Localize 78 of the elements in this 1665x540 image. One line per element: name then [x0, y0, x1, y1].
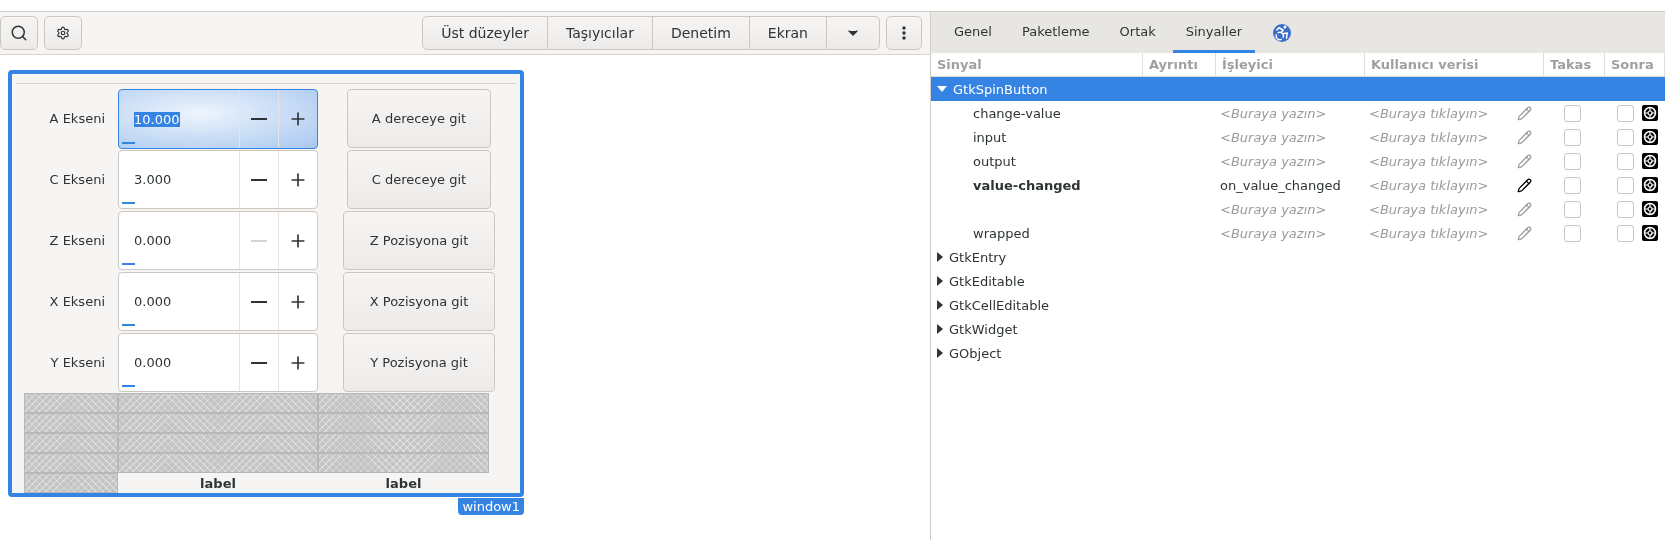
lifebuoy-icon[interactable] [1642, 225, 1658, 241]
swap-checkbox[interactable] [1564, 152, 1581, 170]
swap-checkbox[interactable] [1564, 104, 1581, 122]
placeholder-cell[interactable] [24, 473, 118, 493]
placeholder-cell[interactable] [318, 413, 489, 433]
placeholder-label: label [199, 474, 237, 493]
swap-checkbox[interactable] [1564, 200, 1581, 218]
go-button[interactable]: A dereceye git [347, 89, 491, 148]
swap-checkbox[interactable] [1564, 128, 1581, 146]
after-checkbox[interactable] [1617, 152, 1634, 170]
placeholder-cell[interactable] [24, 413, 118, 433]
spin-button[interactable]: 0.000 [118, 272, 318, 331]
go-button[interactable]: X Pozisyona git [343, 272, 495, 331]
tree-row[interactable]: GtkEditable [931, 269, 1665, 293]
axis-label: A Ekseni [48, 110, 106, 128]
lifebuoy-icon[interactable] [1642, 201, 1658, 217]
tab[interactable]: Sinyaller [1172, 12, 1256, 53]
menu-icon [902, 26, 906, 40]
settings-button[interactable] [44, 16, 82, 50]
placeholder-cell[interactable] [24, 453, 118, 473]
go-button[interactable]: Z Pozisyona git [343, 211, 495, 270]
toolbar-button[interactable]: Denetim [652, 16, 750, 50]
axis-label: X Ekseni [48, 293, 106, 311]
search-icon [10, 24, 28, 42]
swap-checkbox[interactable] [1564, 224, 1581, 242]
toolbar-button[interactable]: Ekran [749, 16, 827, 50]
tree-row[interactable]: GtkSpinButton [931, 77, 1665, 101]
after-checkbox[interactable] [1617, 224, 1634, 242]
placeholder-cell[interactable] [118, 433, 318, 453]
toolbar-button[interactable]: Üst düzeyler [422, 16, 548, 50]
tab[interactable]: Genel [941, 12, 1005, 53]
after-checkbox[interactable] [1617, 176, 1634, 194]
go-button[interactable]: Y Pozisyona git [343, 333, 495, 392]
tree-row[interactable]: GObject [931, 341, 1665, 365]
lifebuoy-icon[interactable] [1642, 105, 1658, 121]
placeholder-cell[interactable] [118, 393, 318, 413]
tree-row[interactable]: GtkEntry [931, 245, 1665, 269]
signal-name: value-changed [972, 177, 1082, 193]
signal-name: output [972, 153, 1017, 169]
placeholder-cell[interactable] [24, 433, 118, 453]
placeholder-cell[interactable] [118, 413, 318, 433]
handler-field[interactable]: on_value_changed [1216, 177, 1365, 193]
placeholder-cell[interactable] [318, 433, 489, 453]
spin-button[interactable]: 0.000 [118, 333, 318, 392]
settings-icon [56, 26, 70, 40]
lifebuoy-icon[interactable] [1642, 177, 1658, 193]
swap-checkbox[interactable] [1564, 176, 1581, 194]
tree-row[interactable]: GtkWidget [931, 317, 1665, 341]
toolbar-button[interactable]: Taşıyıcılar [547, 16, 653, 50]
placeholder-cell[interactable] [318, 393, 489, 413]
tab[interactable]: Ortak [1106, 12, 1169, 53]
after-checkbox[interactable] [1617, 200, 1634, 218]
search-button[interactable] [0, 16, 38, 50]
dropdown-button[interactable] [827, 16, 880, 50]
window-title: window1 [458, 498, 524, 515]
accessibility-icon[interactable] [1273, 23, 1292, 42]
tab[interactable]: Paketleme [1008, 12, 1103, 53]
spin-button[interactable]: 0.000 [118, 211, 318, 270]
signal-name: wrapped [972, 225, 1031, 241]
placeholder-cell[interactable] [24, 393, 118, 413]
placeholder-cell[interactable] [118, 453, 318, 473]
after-checkbox[interactable] [1617, 128, 1634, 146]
spin-button[interactable]: 10.000 [118, 89, 318, 149]
signal-name: change-value [972, 105, 1062, 121]
axis-label: C Ekseni [48, 171, 106, 189]
placeholder-label: label [384, 474, 423, 493]
tree-row[interactable]: GtkCellEditable [931, 293, 1665, 317]
signal-name: input [972, 129, 1008, 145]
lifebuoy-icon[interactable] [1642, 153, 1658, 169]
lifebuoy-icon[interactable] [1642, 129, 1658, 145]
spin-button[interactable]: 3.000 [118, 150, 318, 209]
axis-label: Y Ekseni [49, 354, 106, 372]
go-button[interactable]: C dereceye git [347, 150, 491, 209]
after-checkbox[interactable] [1617, 104, 1634, 122]
placeholder-cell[interactable] [318, 453, 489, 473]
axis-label: Z Ekseni [48, 232, 106, 250]
pencil-icon[interactable] [1517, 177, 1532, 193]
menu-button[interactable] [886, 16, 922, 50]
